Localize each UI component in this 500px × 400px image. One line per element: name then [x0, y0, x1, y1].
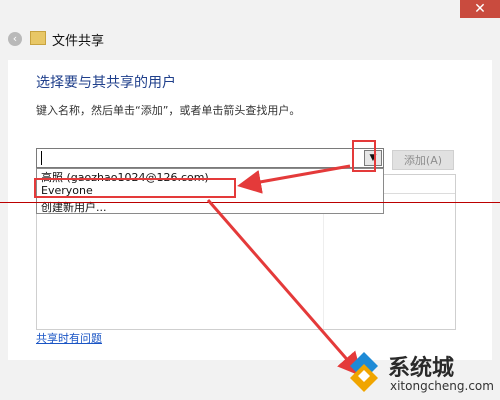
file-sharing-window: ✕ ‹ 文件共享 选择要与其共享的用户 键入名称，然后单击“添加”，或者单击箭头… [0, 0, 500, 400]
arrow-to-bottom-right [206, 199, 362, 377]
watermark: 系统城 xitongcheng.com [342, 350, 494, 394]
watermark-brand: 系统城 [388, 356, 455, 381]
annotation-arrows [206, 164, 362, 377]
watermark-url: xitongcheng.com [390, 379, 494, 393]
watermark-logo-icon [350, 352, 378, 392]
arrow-to-everyone [237, 164, 351, 194]
